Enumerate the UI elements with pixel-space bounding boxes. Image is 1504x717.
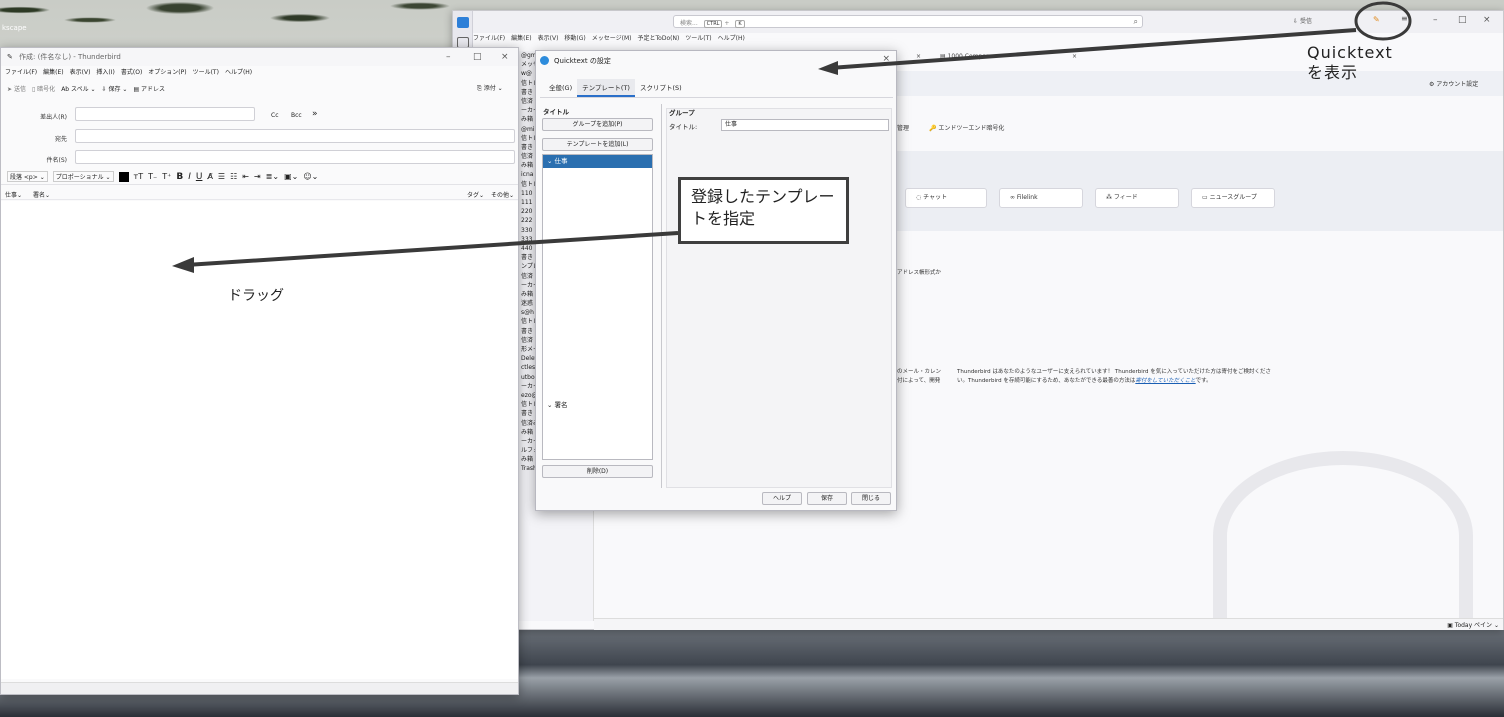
template-callout-box: 登録したテンプレートを指定 bbox=[678, 177, 849, 244]
arrow-to-dialog-head bbox=[818, 61, 838, 75]
arrow-drag bbox=[185, 231, 679, 267]
quicktext-annotation-line1: Quicktext bbox=[1307, 43, 1393, 62]
annotation-overlay bbox=[172, 1, 1412, 273]
quicktext-highlight-circle bbox=[1354, 1, 1412, 41]
arrow-to-dialog bbox=[829, 28, 1357, 70]
drag-annotation: ドラッグ bbox=[228, 288, 284, 304]
arrow-drag-head bbox=[172, 257, 194, 273]
quicktext-annotation: Quicktext を表示 bbox=[1307, 43, 1393, 83]
quicktext-annotation-line2: を表示 bbox=[1307, 63, 1359, 82]
